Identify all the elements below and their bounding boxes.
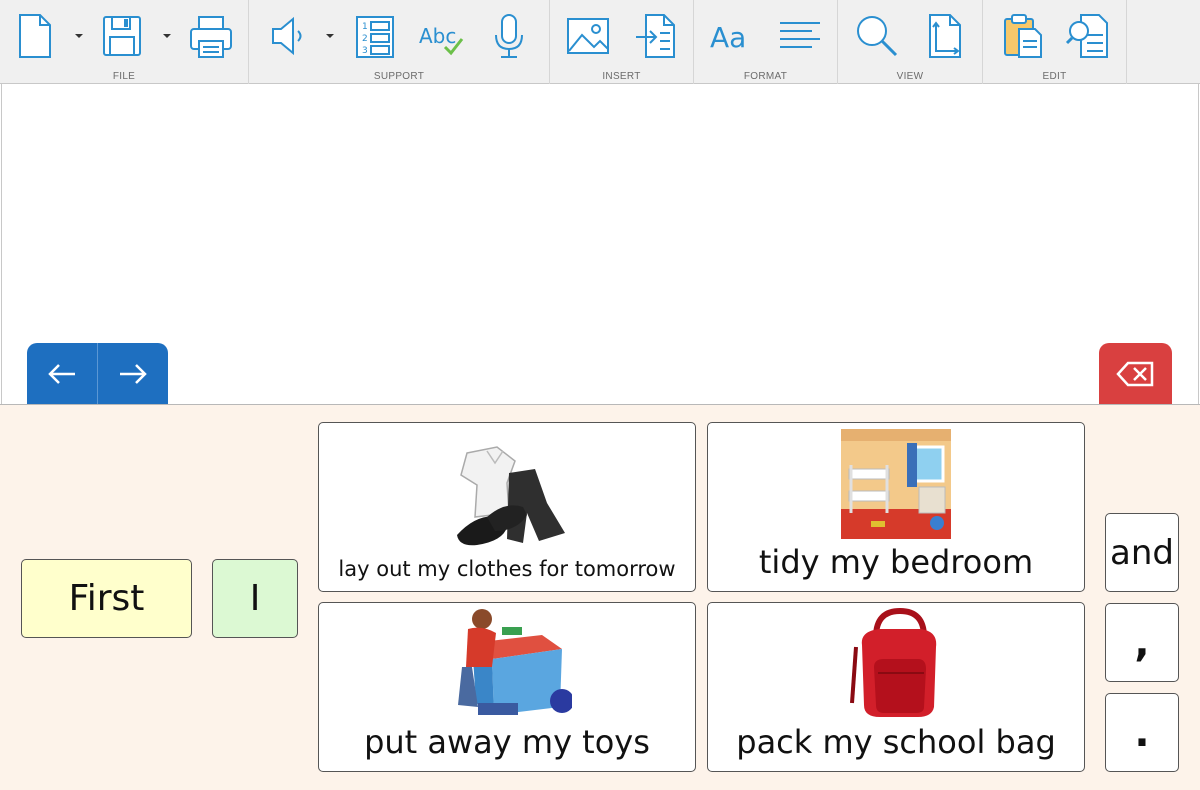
chevron-down-icon [163,34,171,38]
phrase-cell-toys[interactable]: put away my toys [318,602,696,772]
file-group: FILE [0,0,249,84]
font-button[interactable]: Aa [706,8,758,64]
svg-text:Aa: Aa [710,21,746,54]
next-button[interactable] [97,343,168,405]
page-size-button[interactable] [918,8,970,64]
chevron-down-icon [326,34,334,38]
new-document-icon [19,14,51,58]
toolbar: FILE 1 2 3 Abc SUPPORT INSERT Aa FORMAT VI… [0,0,1200,84]
phrase-label: lay out my clothes for tomorrow [338,557,676,581]
connector-label: and [1110,532,1174,573]
align-button[interactable] [774,8,826,64]
school-bag-icon [846,607,946,719]
view-group-label: VIEW [896,71,924,82]
connector-and[interactable]: and [1105,513,1179,592]
save-icon [103,16,141,56]
insert-image-icon [567,18,609,54]
save-dropdown[interactable] [161,30,173,42]
connector-period[interactable]: . [1105,693,1179,772]
paste-button[interactable] [997,8,1049,64]
bedroom-icon [841,429,951,539]
delete-button[interactable] [1099,343,1172,405]
support-group-label: SUPPORT [373,71,425,82]
svg-text:1: 1 [362,22,368,32]
search-icon [857,16,898,57]
word-cell-i[interactable]: I [212,559,298,638]
previous-button[interactable] [27,343,97,405]
chevron-down-icon [75,34,83,38]
new-document-button[interactable] [8,8,60,64]
clothes-icon [447,443,567,553]
phrase-cell-bedroom[interactable]: tidy my bedroom [707,422,1085,592]
svg-text:Abc: Abc [419,24,456,48]
backspace-icon [1115,361,1153,387]
file-group-label: FILE [112,71,136,82]
word-cell-label: I [249,578,261,619]
arrow-left-icon [48,364,75,384]
arrow-right-icon [120,364,147,384]
dictation-button[interactable] [483,8,535,64]
phrase-cell-school-bag[interactable]: pack my school bag [707,602,1085,772]
find-button[interactable] [1063,8,1115,64]
connector-label: , [1134,619,1150,666]
paste-icon [1004,14,1042,58]
word-grid: First I lay out my clothes for tomorrow [0,404,1200,790]
phrase-cell-clothes[interactable]: lay out my clothes for tomorrow [318,422,696,592]
format-group: Aa FORMAT [694,0,838,84]
spellcheck-icon: Abc [419,24,464,56]
print-button[interactable] [185,8,237,64]
word-cell-first[interactable]: First [21,559,192,638]
svg-text:3: 3 [362,46,368,56]
speaker-icon [272,16,302,56]
insert-file-icon [636,14,675,58]
phrase-label: tidy my bedroom [758,543,1034,581]
document-editor[interactable] [1,84,1199,404]
phrase-label: pack my school bag [736,723,1056,761]
find-icon [1065,14,1108,58]
page-size-icon [929,14,961,58]
edit-group: EDIT [983,0,1127,84]
word-cell-label: First [68,578,145,619]
connector-comma[interactable]: , [1105,603,1179,682]
insert-group: INSERT [550,0,694,84]
numbered-list-icon: 1 2 3 [356,16,394,58]
word-list-button[interactable]: 1 2 3 [349,8,401,64]
insert-group-label: INSERT [602,71,641,82]
insert-file-button[interactable] [630,8,682,64]
print-icon [190,16,232,58]
format-group-label: FORMAT [743,71,788,82]
speak-dropdown[interactable] [324,30,336,42]
svg-text:2: 2 [362,34,368,44]
view-group: VIEW [838,0,983,84]
navigation-buttons [27,343,168,405]
font-icon: Aa [710,21,746,54]
insert-image-button[interactable] [562,8,614,64]
microphone-icon [495,14,523,58]
new-document-dropdown[interactable] [73,30,85,42]
speak-button[interactable] [261,8,313,64]
edit-group-label: EDIT [1042,71,1067,82]
save-button[interactable] [96,8,148,64]
phrase-label: put away my toys [364,723,650,761]
zoom-button[interactable] [850,8,902,64]
spellcheck-button[interactable]: Abc [415,8,467,64]
toys-icon [442,607,572,719]
align-icon [780,22,820,48]
support-group: 1 2 3 Abc SUPPORT [249,0,550,84]
connector-label: . [1134,709,1150,756]
